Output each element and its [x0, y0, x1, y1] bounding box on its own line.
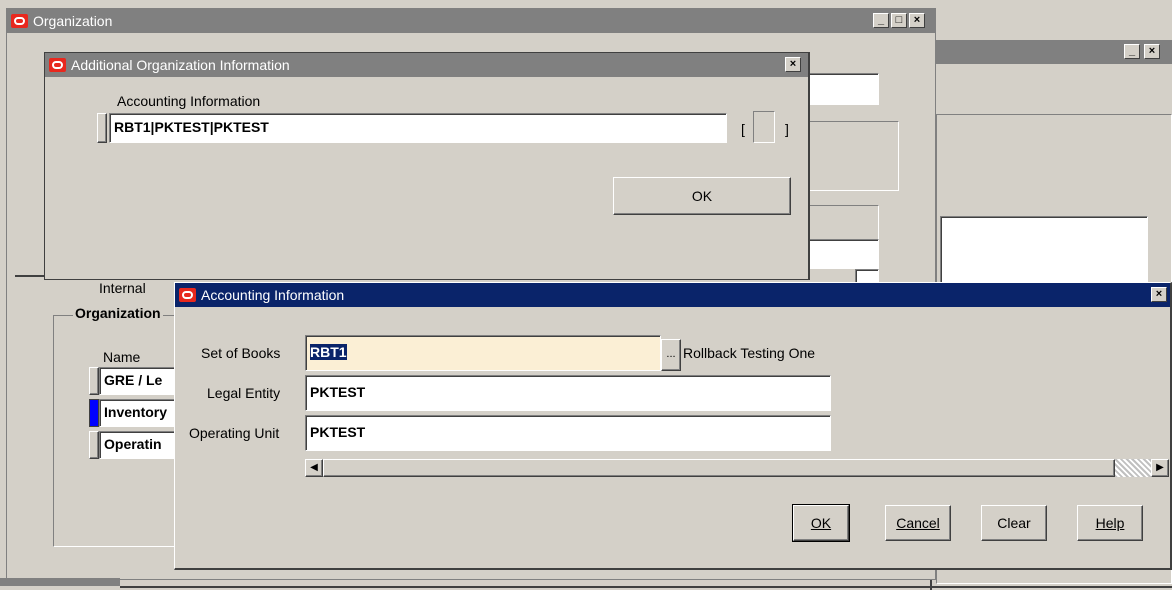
maximize-icon[interactable]: □: [891, 13, 907, 28]
table-row[interactable]: GRE / Le: [99, 367, 179, 395]
additional-info-titlebar: Additional Organization Information ×: [45, 53, 808, 77]
oracle-logo-icon: [49, 58, 66, 72]
clear-button-label: Clear: [997, 515, 1031, 531]
scroll-left-icon[interactable]: ◀: [305, 459, 323, 477]
ok-button-label: OK: [810, 515, 832, 531]
minimize-icon[interactable]: _: [873, 13, 889, 28]
row-name: GRE / Le: [104, 372, 163, 388]
org-group-box: [807, 121, 899, 191]
internal-label: Internal: [99, 280, 146, 296]
field-selector[interactable]: [97, 113, 107, 143]
close-icon[interactable]: ×: [1144, 44, 1160, 59]
bracket-open: [: [741, 121, 745, 137]
bracket-close: ]: [785, 121, 789, 137]
scroll-track[interactable]: [1115, 459, 1151, 477]
name-column-header: Name: [103, 349, 141, 365]
table-row[interactable]: Inventory: [99, 399, 179, 427]
close-icon[interactable]: ×: [909, 13, 925, 28]
oracle-logo-icon: [11, 14, 28, 28]
table-row[interactable]: Operatin: [99, 431, 179, 459]
set-of-books-field[interactable]: RBT1: [305, 335, 661, 371]
legal-entity-field[interactable]: PKTEST: [305, 375, 831, 411]
list-of-values-button[interactable]: ...: [661, 339, 681, 371]
row-selector[interactable]: [89, 431, 99, 459]
minimize-icon[interactable]: _: [1124, 44, 1140, 59]
row-selector[interactable]: [89, 367, 99, 395]
operating-unit-label: Operating Unit: [189, 425, 280, 441]
help-button-label: Help: [1095, 515, 1125, 531]
set-of-books-description: Rollback Testing One: [683, 345, 816, 361]
set-of-books-label: Set of Books: [201, 345, 281, 361]
accounting-info-field[interactable]: RBT1|PKTEST|PKTEST: [109, 113, 727, 143]
bottom-divider: [120, 586, 1172, 588]
help-button[interactable]: Help: [1077, 505, 1143, 541]
additional-info-title: Additional Organization Information: [71, 57, 290, 73]
organization-window-title: Organization: [33, 13, 113, 29]
organization-section-title: Organization: [73, 305, 163, 321]
operating-unit-field[interactable]: PKTEST: [305, 415, 831, 451]
scroll-thumb[interactable]: [323, 459, 1115, 477]
accounting-info-dialog: Accounting Information × Set of Books RB…: [174, 282, 1172, 570]
clear-button[interactable]: Clear: [981, 505, 1047, 541]
org-group-box-2: [807, 205, 879, 241]
ok-button[interactable]: OK: [792, 504, 850, 542]
operating-unit-value: PKTEST: [310, 424, 366, 440]
ok-button[interactable]: OK: [613, 177, 791, 215]
legal-entity-label: Legal Entity: [207, 385, 281, 401]
accounting-info-titlebar: Accounting Information ×: [175, 283, 1170, 307]
cancel-button[interactable]: Cancel: [885, 505, 951, 541]
bottom-bar: [0, 578, 120, 586]
lov-button-label: ...: [666, 348, 676, 360]
oracle-logo-icon: [179, 288, 196, 302]
accounting-info-title: Accounting Information: [201, 287, 345, 303]
row-name: Inventory: [104, 404, 168, 420]
additional-info-dialog: Additional Organization Information × Ac…: [44, 52, 810, 280]
flex-field-indicator[interactable]: [753, 111, 775, 143]
row-name: Operatin: [104, 436, 162, 452]
cancel-button-label: Cancel: [896, 515, 940, 531]
horizontal-scrollbar[interactable]: ◀ ▶: [305, 459, 1169, 477]
scroll-right-icon[interactable]: ▶: [1151, 459, 1169, 477]
close-icon[interactable]: ×: [785, 57, 801, 72]
close-icon[interactable]: ×: [1151, 287, 1167, 302]
legal-entity-value: PKTEST: [310, 384, 366, 400]
set-of-books-value: RBT1: [310, 344, 347, 360]
ok-button-label: OK: [691, 188, 713, 204]
org-location-field[interactable]: [807, 239, 879, 269]
background-window-titlebar: _ ×: [932, 40, 1172, 64]
organization-window-titlebar: Organization _ □ ×: [7, 9, 935, 33]
accounting-info-value: RBT1|PKTEST|PKTEST: [114, 119, 269, 135]
org-name-field[interactable]: [807, 73, 879, 105]
row-selector-active[interactable]: [89, 399, 99, 427]
accounting-info-prompt: Accounting Information: [117, 93, 261, 109]
